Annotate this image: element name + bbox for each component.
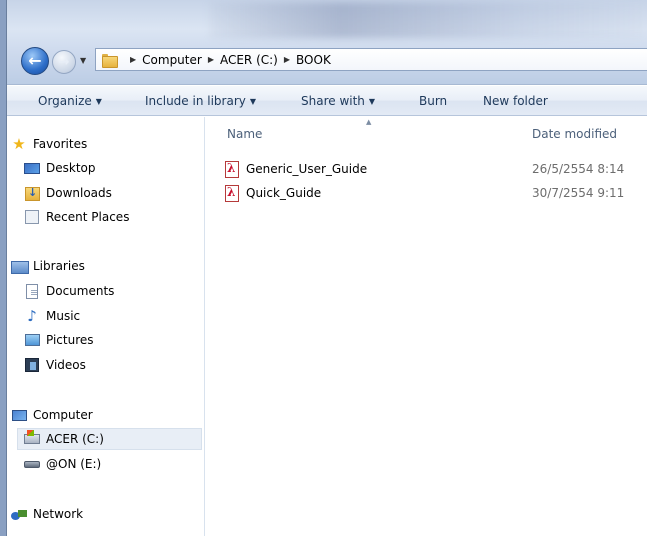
- breadcrumb-separator-icon[interactable]: ▶: [284, 55, 290, 64]
- nav-on-e-label: @ON (E:): [46, 457, 102, 471]
- downloads-icon: [24, 185, 40, 201]
- new-folder-button[interactable]: New folder: [483, 94, 548, 108]
- nav-videos[interactable]: Videos: [24, 354, 221, 376]
- nav-desktop-label: Desktop: [46, 161, 96, 175]
- navigation-pane: ★ Favorites Desktop Downloads Recent Pla…: [7, 117, 205, 536]
- breadcrumb-separator-icon[interactable]: ▶: [130, 55, 136, 64]
- nav-network[interactable]: Network: [11, 503, 208, 525]
- music-icon: ♪: [27, 306, 37, 325]
- desktop-icon-shape: [24, 162, 40, 174]
- file-name: Quick_Guide: [246, 186, 322, 200]
- nav-recent-places-label: Recent Places: [46, 210, 130, 224]
- nav-libraries-label: Libraries: [33, 259, 85, 273]
- back-arrow-icon: ←: [28, 51, 42, 70]
- hard-drive-icon: [24, 430, 40, 447]
- pictures-icon-shape: [24, 334, 40, 346]
- back-button[interactable]: ←: [21, 47, 49, 75]
- computer-icon-shape: [11, 409, 27, 421]
- pictures-icon: [24, 332, 40, 348]
- pdf-icon: [225, 161, 239, 178]
- sort-ascending-icon: ▲: [366, 118, 372, 126]
- forward-button[interactable]: →: [52, 50, 76, 74]
- organize-button[interactable]: Organize ▼: [38, 94, 102, 108]
- documents-icon: [24, 283, 40, 299]
- breadcrumb-acer-c[interactable]: ACER (C:): [220, 53, 278, 67]
- folder-icon: [102, 53, 118, 68]
- title-bar: [0, 0, 647, 85]
- file-row[interactable]: Generic_User_Guide 26/5/2554 8:14: [206, 158, 647, 180]
- include-in-library-button[interactable]: Include in library ▼: [145, 94, 256, 108]
- column-header-name[interactable]: Name: [227, 127, 262, 141]
- nav-downloads-label: Downloads: [46, 186, 112, 200]
- network-icon: [11, 508, 27, 520]
- videos-icon: [24, 357, 40, 373]
- removable-drive-icon: [24, 456, 40, 472]
- explorer-window: ← → ▼ ▶ Computer ▶ ACER (C:) ▶ BOOK Orga…: [0, 0, 647, 536]
- nav-acer-c-label: ACER (C:): [46, 432, 104, 446]
- share-with-button[interactable]: Share with ▼: [301, 94, 375, 108]
- libraries-icon: [11, 258, 29, 274]
- file-date-modified: 26/5/2554 8:14: [532, 162, 625, 176]
- hard-drive-icon-shape: [24, 430, 40, 444]
- nav-network-label: Network: [33, 507, 84, 521]
- command-bar: Organize ▼ Include in library ▼ Share with…: [7, 86, 647, 116]
- file-row[interactable]: Quick_Guide 30/7/2554 9:11: [206, 182, 647, 204]
- desktop-icon: [24, 160, 40, 176]
- documents-icon-shape: [26, 283, 38, 299]
- star-icon: ★: [12, 134, 26, 153]
- nav-pictures[interactable]: Pictures: [24, 329, 221, 351]
- breadcrumb-book[interactable]: BOOK: [296, 53, 331, 67]
- nav-on-e-drive[interactable]: @ON (E:): [24, 453, 221, 475]
- file-list: ▲ Name Date modified Generic_User_Guide …: [206, 117, 647, 536]
- breadcrumb-computer[interactable]: Computer: [142, 53, 202, 67]
- include-in-library-label: Include in library: [145, 94, 246, 108]
- pdf-icon: [225, 185, 239, 202]
- nav-videos-label: Videos: [46, 358, 86, 372]
- nav-music-label: Music: [46, 309, 81, 323]
- organize-label: Organize: [38, 94, 92, 108]
- nav-documents[interactable]: Documents: [24, 280, 221, 302]
- burn-button[interactable]: Burn: [419, 94, 447, 108]
- computer-icon: [11, 407, 27, 423]
- nav-music[interactable]: ♪ Music: [24, 305, 221, 327]
- nav-documents-label: Documents: [46, 284, 115, 298]
- nav-downloads[interactable]: Downloads: [24, 182, 221, 204]
- recent-places-icon-shape: [25, 210, 39, 224]
- nav-libraries[interactable]: Libraries: [11, 255, 208, 277]
- nav-recent-places[interactable]: Recent Places: [24, 206, 221, 228]
- nav-favorites[interactable]: ★ Favorites: [11, 133, 208, 155]
- title-bar-glass: [210, 2, 647, 38]
- nav-computer[interactable]: Computer: [11, 404, 208, 426]
- share-with-label: Share with: [301, 94, 365, 108]
- chevron-down-icon: ▼: [95, 97, 102, 106]
- recent-places-icon: [24, 209, 40, 225]
- file-name: Generic_User_Guide: [246, 162, 368, 176]
- breadcrumb-separator-icon[interactable]: ▶: [208, 55, 214, 64]
- nav-computer-label: Computer: [33, 408, 93, 422]
- chevron-down-icon: ▼: [249, 97, 257, 106]
- forward-arrow-icon: →: [58, 54, 70, 70]
- file-date-modified: 30/7/2554 9:11: [532, 186, 625, 200]
- nav-pictures-label: Pictures: [46, 333, 94, 347]
- column-header-date-modified[interactable]: Date modified: [532, 127, 617, 141]
- nav-acer-c-drive[interactable]: ACER (C:): [17, 428, 202, 450]
- address-bar[interactable]: ▶ Computer ▶ ACER (C:) ▶ BOOK: [95, 48, 647, 71]
- videos-icon-shape: [25, 358, 39, 372]
- removable-drive-icon-shape: [24, 460, 40, 468]
- nav-desktop[interactable]: Desktop: [24, 157, 221, 179]
- window-left-edge: [0, 0, 7, 536]
- nav-favorites-label: Favorites: [33, 137, 88, 151]
- recent-pages-dropdown-icon[interactable]: ▼: [80, 56, 86, 65]
- chevron-down-icon: ▼: [368, 97, 376, 106]
